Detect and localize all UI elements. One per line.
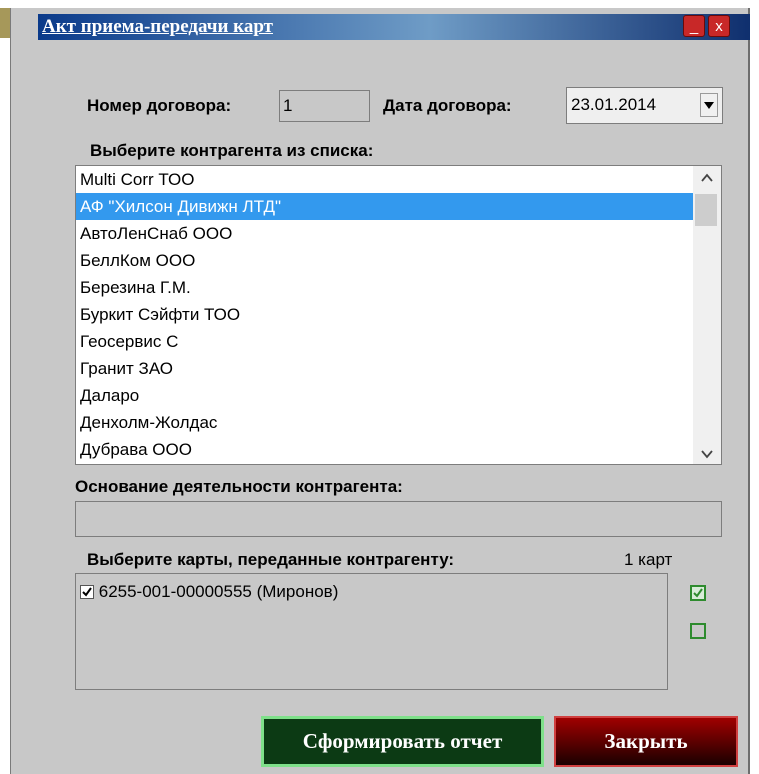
minimize-button[interactable]: _ xyxy=(683,15,705,37)
list-item[interactable]: Гранит ЗАО xyxy=(76,355,693,382)
card-checkbox[interactable] xyxy=(80,585,94,599)
list-item[interactable]: Березина Г.М. xyxy=(76,274,693,301)
contract-date-value: 23.01.2014 xyxy=(571,95,657,114)
scroll-up-icon[interactable] xyxy=(693,170,721,186)
list-item[interactable]: АвтоЛенСнаб ООО xyxy=(76,220,693,247)
contract-number-label: Номер договора: xyxy=(87,96,232,115)
scroll-down-icon[interactable] xyxy=(693,446,721,462)
list-item[interactable]: Дубрава ООО xyxy=(76,436,693,463)
scrollbar-thumb[interactable] xyxy=(695,194,717,226)
cards-label: Выберите карты, переданные контрагенту: xyxy=(87,550,455,569)
close-window-button[interactable]: x xyxy=(708,15,730,37)
cards-count: 1 карт xyxy=(624,550,673,569)
cards-listbox[interactable]: 6255-001-00000555 (Миронов) xyxy=(75,573,668,690)
window-title: Акт приема-передачи карт xyxy=(42,16,273,37)
list-item[interactable]: Multi Corr ТОО xyxy=(76,166,693,193)
generate-report-button[interactable]: Сформировать отчет xyxy=(261,716,544,767)
contract-number-field[interactable]: 1 xyxy=(279,90,370,122)
list-item[interactable]: Даларо xyxy=(76,382,693,409)
counterparty-listbox[interactable]: Multi Corr ТОО АФ "Хилсон Дивижн ЛТД" Ав… xyxy=(75,165,722,465)
list-item[interactable]: Денхолм-Жолдас xyxy=(76,409,693,436)
select-all-checkbox-icon[interactable] xyxy=(690,585,706,601)
list-scrollbar[interactable] xyxy=(693,166,721,464)
contract-date-label: Дата договора: xyxy=(383,96,512,115)
close-button[interactable]: Закрыть xyxy=(554,716,738,767)
card-item[interactable]: 6255-001-00000555 (Миронов) xyxy=(80,582,338,602)
list-item[interactable]: Геосервис С xyxy=(76,328,693,355)
card-item-label: 6255-001-00000555 (Миронов) xyxy=(98,582,339,601)
chevron-down-icon[interactable] xyxy=(700,93,718,117)
list-item[interactable]: Буркит Сэйфти ТОО xyxy=(76,301,693,328)
basis-label: Основание деятельности контрагента: xyxy=(75,477,403,496)
counterparty-list-label: Выберите контрагента из списка: xyxy=(90,141,374,160)
list-item-selected[interactable]: АФ "Хилсон Дивижн ЛТД" xyxy=(76,193,693,220)
list-item[interactable]: БеллКом ООО xyxy=(76,247,693,274)
deselect-all-checkbox-icon[interactable] xyxy=(690,623,706,639)
basis-field[interactable] xyxy=(75,501,722,537)
